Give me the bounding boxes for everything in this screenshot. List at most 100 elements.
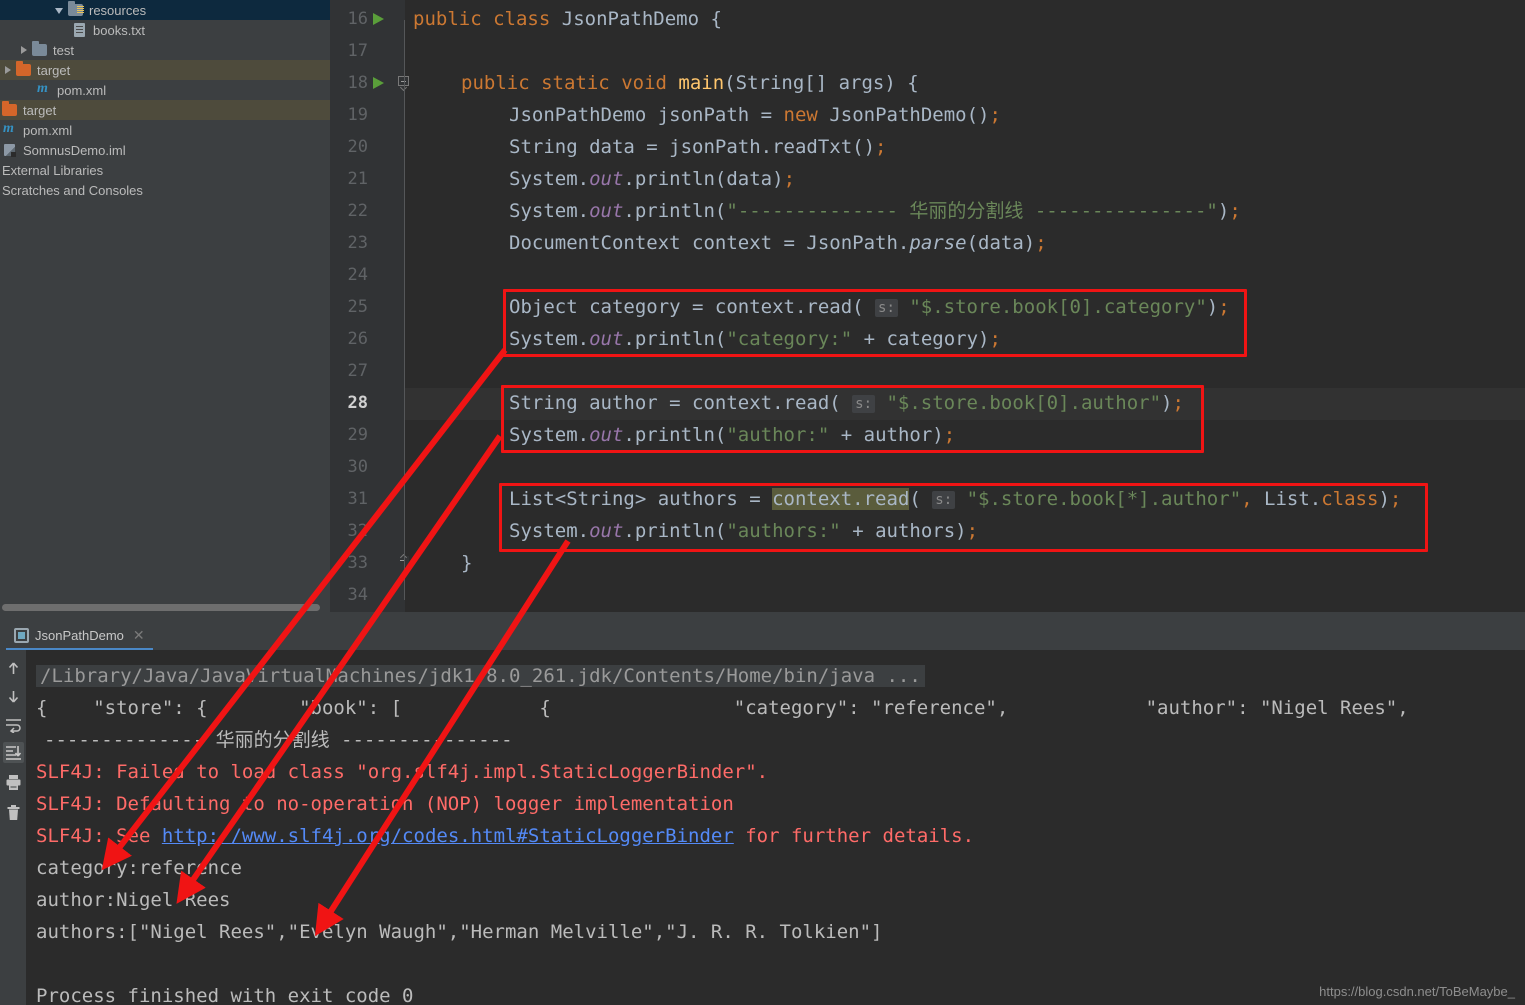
file-text-icon	[72, 22, 88, 38]
author-label-string: "author:"	[726, 424, 830, 446]
tree-item-label: target	[23, 102, 57, 118]
code-line-28: String author = context.read( s: "$.stor…	[509, 392, 1184, 414]
console-line-author: author:Nigel Rees	[36, 889, 231, 911]
tree-item-target-module[interactable]: target	[0, 60, 330, 80]
code-line-26: System.out.println("category:" + categor…	[509, 328, 1001, 350]
tree-item-books-txt[interactable]: books.txt	[0, 20, 330, 40]
line-number: 32	[347, 521, 368, 541]
line-number: 23	[347, 233, 368, 253]
line-number: 34	[347, 585, 368, 605]
tree-item-label: Scratches and Consoles	[2, 182, 143, 198]
scroll-up-icon[interactable]	[3, 658, 24, 679]
editor-bottom-strip	[330, 612, 1525, 622]
line-number: 16	[347, 9, 368, 29]
console-output[interactable]: /Library/Java/JavaVirtualMachines/jdk1.8…	[26, 650, 1525, 1005]
code-text-area[interactable]: public class JsonPathDemo { public stati…	[405, 0, 1525, 620]
jsonpath-string: "$.store.book[0].category"	[909, 296, 1207, 318]
jvm-command-path: /Library/Java/JavaVirtualMachines/jdk1.8…	[36, 665, 925, 687]
maven-m-icon: m	[3, 121, 14, 136]
console-tab-bar[interactable]: JsonPathDemo ✕	[0, 622, 1525, 650]
console-line-category: category:reference	[36, 857, 242, 879]
chevron-right-icon[interactable]	[2, 64, 14, 76]
jsonpath-string: "$.store.book[0].author"	[886, 392, 1162, 414]
console-tab-icon	[14, 627, 29, 643]
slf4j-see-suffix: for further details.	[733, 825, 975, 847]
console-line-divider: -------------- 华丽的分割线 ---------------	[44, 729, 513, 751]
code-line-25: Object category = context.read( s: "$.st…	[509, 296, 1230, 318]
console-line-slf4j-defaulting: SLF4J: Defaulting to no-operation (NOP) …	[36, 793, 734, 815]
console-line-command: /Library/Java/JavaVirtualMachines/jdk1.8…	[36, 660, 925, 692]
editor-gutter[interactable]: 16 17 18 19 20 21 22 23 24 25 26 27 28 2…	[330, 0, 409, 620]
tree-item-label: pom.xml	[57, 82, 107, 98]
jsonpath-string: "$.store.book[*].author"	[966, 488, 1242, 510]
line-number: 29	[347, 425, 368, 445]
console-line-authors: authors:["Nigel Rees","Evelyn Waugh","He…	[36, 921, 883, 943]
tree-item-external-libraries[interactable]: External Libraries	[0, 160, 330, 180]
line-number: 31	[347, 489, 368, 509]
usage-highlight: context.read	[772, 488, 910, 510]
code-line-23: DocumentContext context = JsonPath.parse…	[509, 232, 1047, 254]
trash-icon[interactable]	[3, 802, 24, 823]
console-line-slf4j-failed: SLF4J: Failed to load class "org.slf4j.i…	[36, 761, 769, 783]
line-number: 24	[347, 265, 368, 285]
code-line-16: public class JsonPathDemo {	[413, 8, 722, 30]
close-icon[interactable]: ✕	[133, 627, 145, 644]
tree-item-label: SomnusDemo.iml	[23, 142, 126, 158]
slf4j-see-prefix: SLF4J: See	[36, 825, 162, 847]
tree-item-label: resources	[89, 2, 147, 18]
scroll-to-end-icon[interactable]	[3, 742, 24, 763]
console-tab-label: JsonPathDemo	[35, 627, 124, 643]
tree-item-label: target	[37, 62, 71, 78]
folder-resources-icon	[68, 1, 84, 18]
run-gutter-icon[interactable]	[372, 3, 386, 35]
code-line-32: System.out.println("authors:" + authors)…	[509, 520, 979, 542]
scrollbar-thumb[interactable]	[2, 604, 320, 611]
line-number-active: 28	[347, 393, 368, 413]
code-editor[interactable]: 16 17 18 19 20 21 22 23 24 25 26 27 28 2…	[330, 0, 1525, 620]
chevron-right-icon[interactable]	[18, 44, 30, 56]
project-horizontal-scrollbar[interactable]	[0, 602, 330, 612]
console-line-process-finished: Process finished with exit code 0	[36, 985, 414, 1005]
watermark-url: https://blog.csdn.net/ToBeMaybe_	[1319, 984, 1515, 999]
maven-m-icon: m	[37, 81, 48, 96]
tree-item-label: pom.xml	[23, 122, 73, 138]
authors-label-string: "authors:"	[726, 520, 841, 542]
chevron-down-icon[interactable]	[54, 4, 66, 16]
line-number: 20	[347, 137, 368, 157]
param-hint-badge: s:	[852, 395, 876, 413]
console-tab-jsonpathdemo[interactable]: JsonPathDemo ✕	[6, 622, 153, 650]
code-line-22: System.out.println("-------------- 华丽的分割…	[509, 200, 1241, 222]
tree-item-pom-module[interactable]: m pom.xml	[0, 80, 330, 100]
line-number: 26	[347, 329, 368, 349]
tree-item-somnusdemo-iml[interactable]: SomnusDemo.iml	[0, 140, 330, 160]
tree-item-scratches-consoles[interactable]: Scratches and Consoles	[0, 180, 330, 200]
divider-string: -------------- 华丽的分割线 ---------------	[737, 200, 1207, 222]
soft-wrap-icon[interactable]	[3, 714, 24, 735]
scroll-down-icon[interactable]	[3, 686, 24, 707]
line-number: 17	[347, 41, 368, 61]
line-number: 25	[347, 297, 368, 317]
project-tool-window[interactable]: resources books.txt test target m pom.xm…	[0, 0, 330, 620]
tree-item-target-root[interactable]: target	[0, 100, 330, 120]
tree-item-pom-root[interactable]: m pom.xml	[0, 120, 330, 140]
run-tool-window[interactable]: JsonPathDemo ✕ /Library/Java/JavaVirtual…	[0, 622, 1525, 1005]
code-line-18: public static void main(String[] args) {	[461, 72, 919, 94]
console-line-slf4j-see: SLF4J: See http://www.slf4j.org/codes.ht…	[36, 820, 974, 852]
run-gutter-icon[interactable]	[372, 67, 386, 99]
line-number: 30	[347, 457, 368, 477]
slf4j-doc-link[interactable]: http://www.slf4j.org/codes.html#StaticLo…	[162, 825, 734, 847]
print-icon[interactable]	[3, 772, 24, 793]
tree-item-resources[interactable]: resources	[0, 0, 330, 20]
tree-item-test[interactable]: test	[0, 40, 330, 60]
line-number: 33	[347, 553, 368, 573]
code-line-20: String data = jsonPath.readTxt();	[509, 136, 887, 158]
folder-grey-icon	[32, 41, 48, 58]
folder-orange-icon	[16, 61, 32, 78]
code-line-29: System.out.println("author:" + author);	[509, 424, 956, 446]
param-hint-badge: s:	[932, 491, 956, 509]
console-toolbar[interactable]	[0, 650, 26, 1005]
line-number: 18	[347, 73, 368, 93]
iml-module-icon	[2, 142, 18, 158]
tree-item-label: External Libraries	[2, 162, 104, 178]
tree-item-label: test	[53, 42, 74, 58]
